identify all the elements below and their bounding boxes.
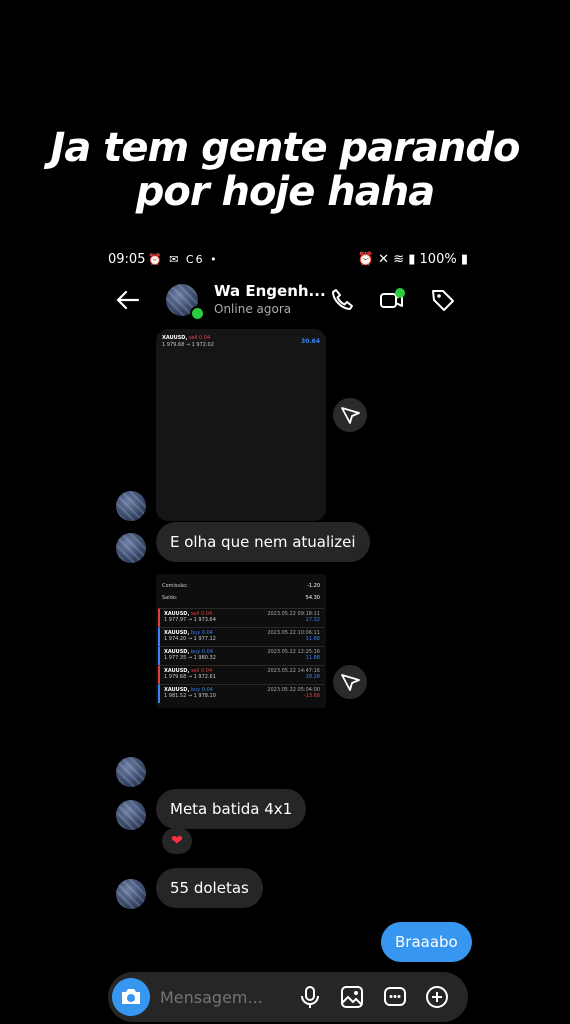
received-message[interactable]: E olha que nem atualizei	[156, 522, 370, 562]
phone-icon[interactable]	[328, 286, 356, 314]
status-bar: 09:05 ⏰ ✉ C6 • ⏰ ✕ ≋ ▮ 100% ▮	[108, 250, 468, 272]
trade-row: XAUUSD, buy 0.04 1 977.35 → 1 980.32 2023…	[158, 646, 324, 665]
share-send-icon[interactable]	[333, 665, 367, 699]
online-indicator	[190, 306, 205, 321]
received-message[interactable]: 55 doletas	[156, 868, 263, 908]
microphone-icon[interactable]	[297, 984, 323, 1010]
sticker-icon[interactable]	[382, 984, 408, 1010]
trade-profit: 30.64	[301, 338, 320, 345]
trade-row: XAUUSD, sell 0.04 1 979.68 → 1 972.61 202…	[158, 665, 324, 684]
signal-icon: ▮	[408, 252, 416, 267]
back-arrow-icon[interactable]	[114, 286, 142, 314]
summary-row: Saldo: 54.30	[162, 595, 320, 601]
status-right: ⏰ ✕ ≋ ▮ 100% ▮	[358, 252, 468, 267]
message-input[interactable]	[160, 986, 290, 1008]
battery-icon: ▮	[460, 252, 468, 267]
status-time: 09:05	[108, 252, 146, 267]
video-call-icon[interactable]	[378, 286, 406, 314]
gallery-icon[interactable]	[339, 984, 365, 1010]
shared-image-trade-history[interactable]: Comissão: -1.20 Saldo: 54.30 XAUUSD, sel…	[156, 574, 326, 708]
contact-status: Online agora	[214, 302, 292, 316]
status-notification-icons: ⏰ ✉ C6 •	[148, 253, 219, 266]
sender-avatar[interactable]	[116, 879, 146, 909]
battery-level: 100%	[419, 252, 457, 267]
chat-header: Wa Engenh... Online agora	[108, 280, 468, 324]
plus-icon[interactable]	[424, 984, 450, 1010]
shared-image-trade[interactable]: XAUUSD, sell 0.04 1 979.68 → 1 972.02 30…	[156, 329, 326, 521]
sent-message[interactable]: Braaabo	[381, 922, 472, 962]
trade-row: XAUUSD, sell 0.04 1 979.68 → 1 972.02 30…	[162, 335, 320, 348]
trade-row: XAUUSD, buy 0.04 1 974.20 → 1 977.12 2023…	[158, 627, 324, 646]
share-send-icon[interactable]	[333, 398, 367, 432]
story-caption-line2: por hoje haha	[135, 169, 435, 215]
story-caption-line1: Ja tem gente parando	[50, 125, 520, 171]
camera-icon[interactable]	[112, 978, 150, 1016]
sender-avatar[interactable]	[116, 491, 146, 521]
alarm-icon: ⏰	[357, 252, 374, 267]
received-message[interactable]: Meta batida 4x1	[156, 789, 307, 829]
mute-icon: ✕	[378, 252, 390, 267]
sender-avatar[interactable]	[116, 757, 146, 787]
heart-reaction[interactable]: ❤	[162, 828, 192, 854]
wifi-icon: ≋	[393, 252, 405, 267]
summary-row: Comissão: -1.20	[162, 583, 320, 589]
sender-avatar[interactable]	[116, 800, 146, 830]
sender-avatar[interactable]	[116, 533, 146, 563]
trade-row: XAUUSD, sell 0.04 1 977.97 → 1 973.64 202…	[158, 608, 324, 627]
contact-name[interactable]: Wa Engenh...	[214, 282, 326, 300]
trade-row: XAUUSD, buy 0.04 1 981.52 → 1 978.10 2023…	[158, 684, 324, 703]
tag-icon[interactable]	[429, 286, 457, 314]
message-composer	[108, 972, 468, 1022]
